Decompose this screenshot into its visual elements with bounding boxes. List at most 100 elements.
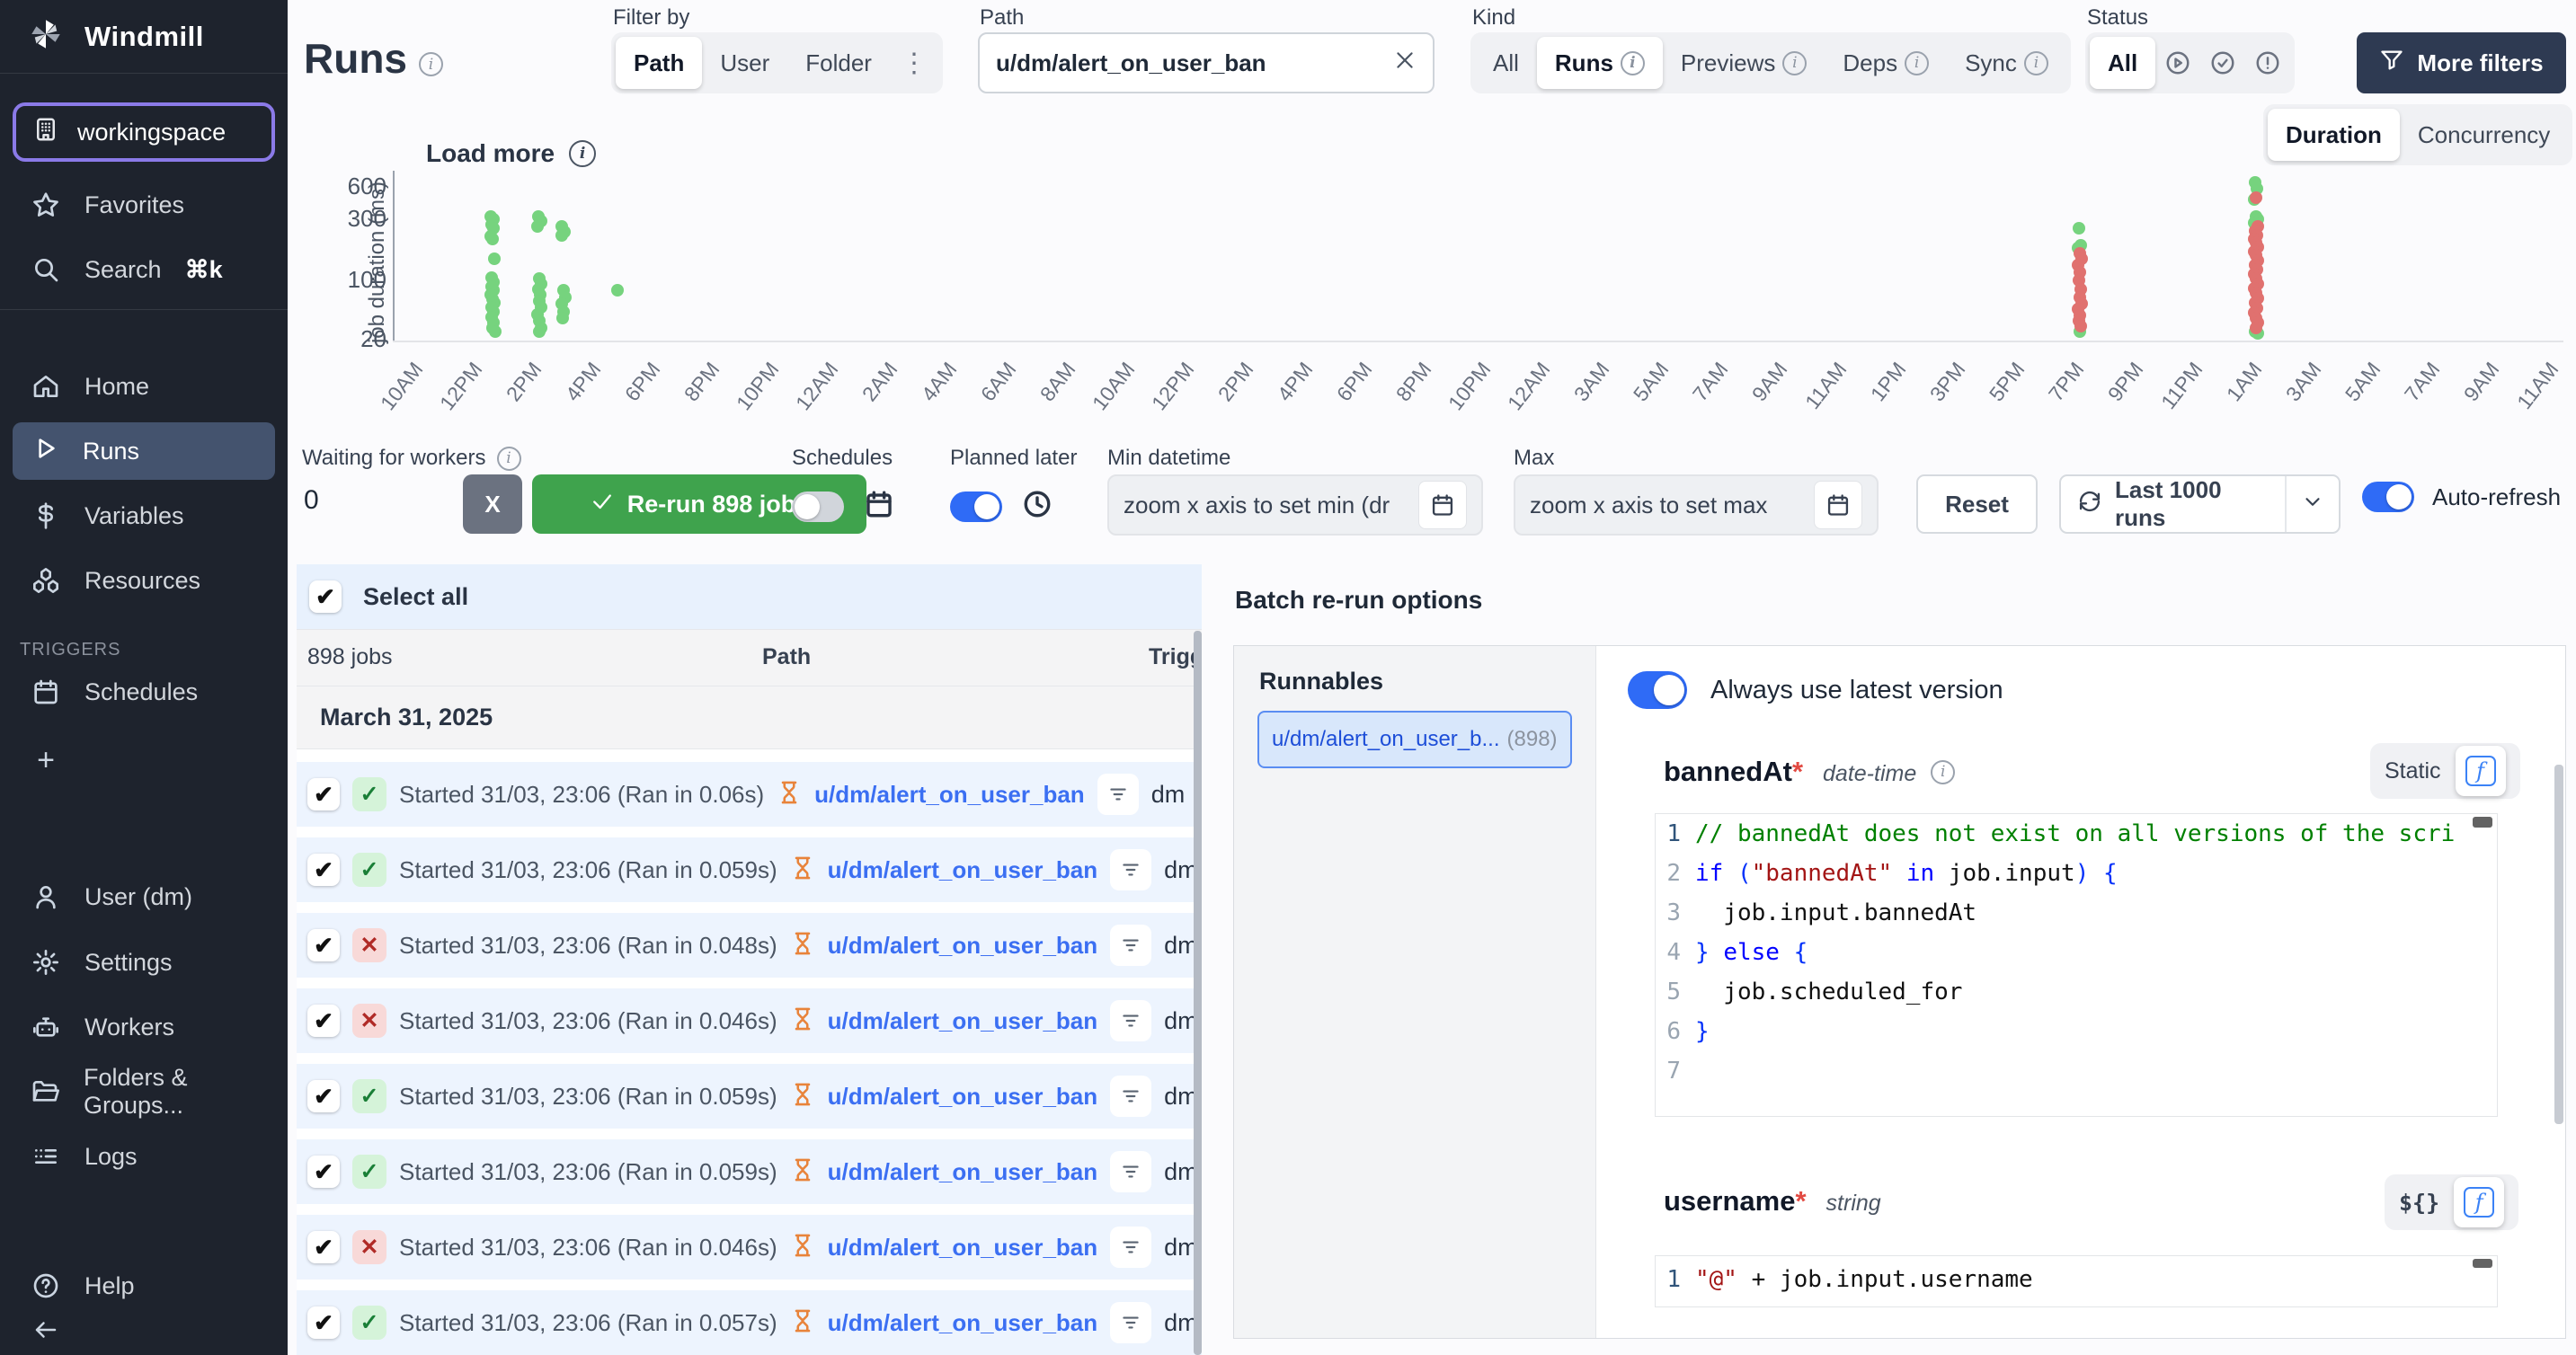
success-point[interactable]	[2073, 222, 2085, 235]
failure-point[interactable]	[2250, 191, 2262, 204]
filter-by-path-button[interactable]	[1097, 774, 1139, 815]
run-row[interactable]: ✔ ✓ Started 31/03, 23:06 (Ran in 0.059s)…	[297, 837, 1202, 902]
tab-concurrency[interactable]: Concurrency	[2400, 109, 2568, 161]
run-row[interactable]: ✔ ✓ Started 31/03, 23:06 (Ran in 0.059s)…	[297, 1139, 1202, 1204]
template-mode-label[interactable]: ${}	[2399, 1190, 2439, 1216]
runs-list-scrollbar[interactable]	[1194, 631, 1202, 1355]
kind-tab-runs[interactable]: Runs	[1537, 37, 1663, 89]
select-all-checkbox[interactable]: ✔	[309, 580, 342, 613]
sidebar-item-workers[interactable]: Workers	[0, 1002, 288, 1052]
row-checkbox[interactable]: ✔	[307, 1080, 340, 1112]
planned-later-toggle[interactable]	[950, 492, 1002, 522]
filter-tab-user[interactable]: User	[702, 37, 787, 89]
last-runs-button[interactable]: Last 1000 runs	[2059, 474, 2341, 534]
run-row[interactable]: ✔ ✕ Started 31/03, 23:06 (Ran in 0.048s)…	[297, 913, 1202, 978]
filter-by-path-button[interactable]	[1110, 1227, 1151, 1268]
status-running-icon[interactable]	[2155, 37, 2200, 89]
filter-by-path-button[interactable]	[1110, 1302, 1151, 1343]
run-path-link[interactable]: u/dm/alert_on_user_ban	[828, 1234, 1098, 1262]
load-more-button[interactable]: Load more	[426, 139, 596, 168]
sidebar-item-help[interactable]: Help	[0, 1261, 288, 1311]
schedules-toggle[interactable]	[792, 492, 844, 522]
kind-tab-deps[interactable]: Deps	[1825, 37, 1947, 89]
run-path-link[interactable]: u/dm/alert_on_user_ban	[828, 1158, 1098, 1186]
success-point[interactable]	[488, 252, 501, 265]
javascript-mode-button[interactable]: f	[2456, 746, 2506, 796]
row-checkbox[interactable]: ✔	[307, 1231, 340, 1263]
run-path-link[interactable]: u/dm/alert_on_user_ban	[828, 856, 1098, 884]
run-path-link[interactable]: u/dm/alert_on_user_ban	[828, 932, 1098, 960]
filter-by-path-button[interactable]	[1110, 925, 1151, 966]
max-datetime-calendar-button[interactable]	[1814, 481, 1862, 529]
run-row[interactable]: ✔ ✓ Started 31/03, 23:06 (Ran in 0.057s)…	[297, 1290, 1202, 1355]
sidebar-item-resources[interactable]: Resources	[0, 555, 288, 606]
sidebar-item-settings[interactable]: Settings	[0, 937, 288, 987]
sidebar-item-favorites[interactable]: Favorites	[0, 180, 288, 230]
failure-point[interactable]	[2074, 320, 2087, 332]
bannedat-code-editor[interactable]: 1// bannedAt does not exist on all versi…	[1655, 813, 2498, 1117]
sidebar-item-variables[interactable]: Variables	[0, 491, 288, 541]
success-point[interactable]	[611, 284, 624, 297]
sidebar-item-runs[interactable]: Runs	[13, 422, 275, 480]
run-row[interactable]: ✔ ✕ Started 31/03, 23:06 (Ran in 0.046s)…	[297, 988, 1202, 1053]
status-failure-icon[interactable]	[2245, 37, 2290, 89]
success-point[interactable]	[533, 325, 546, 338]
tab-duration[interactable]: Duration	[2268, 109, 2400, 161]
run-row[interactable]: ✔ ✓ Started 31/03, 23:06 (Ran in 0.06s) …	[297, 762, 1202, 827]
filter-tab-folder[interactable]: Folder	[787, 37, 890, 89]
min-datetime-calendar-button[interactable]	[1418, 481, 1467, 529]
app-logo-row[interactable]: Windmill	[0, 0, 288, 74]
always-latest-toggle[interactable]	[1628, 671, 1687, 709]
success-point[interactable]	[489, 325, 502, 338]
success-point[interactable]	[555, 229, 568, 242]
success-point[interactable]	[531, 220, 544, 233]
last-runs-dropdown[interactable]	[2285, 476, 2339, 532]
run-path-link[interactable]: u/dm/alert_on_user_ban	[828, 1083, 1098, 1111]
auto-refresh-toggle[interactable]	[2362, 482, 2414, 512]
status-tab-all[interactable]: All	[2090, 37, 2155, 89]
cancel-selection-button[interactable]: X	[463, 474, 522, 534]
row-checkbox[interactable]: ✔	[307, 1005, 340, 1037]
kind-tab-previews[interactable]: Previews	[1663, 37, 1825, 89]
last-runs-main[interactable]: Last 1000 runs	[2061, 476, 2285, 532]
sidebar-item-schedules[interactable]: Schedules	[0, 667, 288, 717]
clear-path-icon[interactable]	[1393, 49, 1417, 78]
sidebar-item-user[interactable]: User (dm)	[0, 872, 288, 922]
runs-info-icon[interactable]	[419, 52, 443, 76]
filter-tab-path[interactable]: Path	[616, 37, 702, 89]
reset-button[interactable]: Reset	[1916, 474, 2038, 534]
sidebar-item-logs[interactable]: Logs	[0, 1131, 288, 1182]
path-filter-input[interactable]: u/dm/alert_on_user_ban	[978, 32, 1435, 93]
run-row[interactable]: ✔ ✓ Started 31/03, 23:06 (Ran in 0.059s)…	[297, 1064, 1202, 1129]
run-row[interactable]: ✔ ✕ Started 31/03, 23:06 (Ran in 0.046s)…	[297, 1215, 1202, 1280]
row-checkbox[interactable]: ✔	[307, 778, 340, 810]
min-datetime-input[interactable]: zoom x axis to set min (dr	[1107, 474, 1483, 536]
failure-point[interactable]	[2250, 322, 2262, 334]
success-point[interactable]	[556, 312, 569, 324]
runnable-item[interactable]: u/dm/alert_on_user_b... (898)	[1257, 711, 1572, 768]
run-path-link[interactable]: u/dm/alert_on_user_ban	[828, 1007, 1098, 1035]
sidebar-item-search[interactable]: Search ⌘k	[0, 244, 288, 295]
username-code-editor[interactable]: 1"@" + job.input.username	[1655, 1255, 2498, 1307]
status-success-icon[interactable]	[2200, 37, 2245, 89]
card-scrollbar[interactable]	[2554, 765, 2563, 1124]
workspace-switcher[interactable]: workingspace	[13, 102, 275, 162]
sidebar-item-home[interactable]: Home	[0, 361, 288, 412]
editor-scrollbar-thumb[interactable]	[2473, 817, 2492, 828]
sidebar-add-trigger-button[interactable]: +	[0, 735, 288, 785]
run-path-link[interactable]: u/dm/alert_on_user_ban	[814, 781, 1085, 809]
field-info-icon[interactable]	[1931, 760, 1955, 784]
run-path-link[interactable]: u/dm/alert_on_user_ban	[828, 1309, 1098, 1337]
more-filters-button[interactable]: More filters	[2357, 32, 2566, 93]
sidebar-item-folders-groups[interactable]: Folders & Groups...	[0, 1067, 288, 1117]
filter-by-path-button[interactable]	[1110, 1151, 1151, 1192]
filter-by-path-button[interactable]	[1110, 849, 1151, 890]
max-datetime-input[interactable]: zoom x axis to set max	[1514, 474, 1879, 536]
row-checkbox[interactable]: ✔	[307, 854, 340, 886]
kind-tab-all[interactable]: All	[1475, 37, 1537, 89]
filter-by-path-button[interactable]	[1110, 1000, 1151, 1041]
row-checkbox[interactable]: ✔	[307, 1306, 340, 1339]
row-checkbox[interactable]: ✔	[307, 1156, 340, 1188]
kind-tab-sync[interactable]: Sync	[1947, 37, 2066, 89]
filter-more-menu[interactable]: ⋮	[890, 37, 938, 89]
